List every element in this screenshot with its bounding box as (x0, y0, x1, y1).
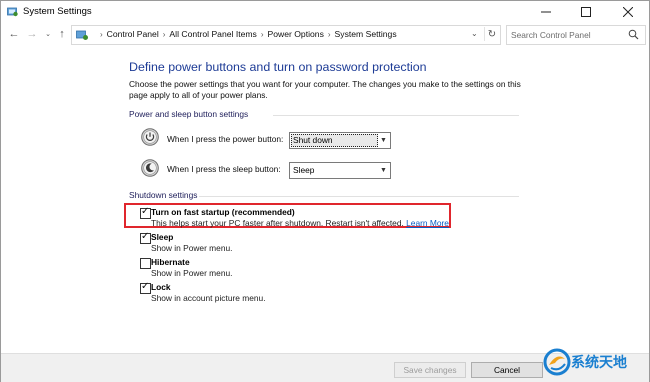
navigation-bar: ← → ⌄ ↑ › Control Panel › All Control Panel… (1, 23, 649, 45)
hibernate-description: Show in Power menu. (151, 268, 233, 278)
sleep-label: Sleep (151, 232, 174, 242)
fast-startup-label: Turn on fast startup (recommended) (151, 207, 295, 217)
section-divider (199, 196, 519, 197)
main-content: Define power buttons and turn on passwor… (1, 45, 649, 337)
minimize-icon[interactable] (529, 1, 563, 23)
system-settings-window: System Settings ← → ⌄ ↑ › Control Panel › A… (0, 0, 650, 382)
address-bar[interactable]: › Control Panel › All Control Panel Items › P… (71, 25, 501, 45)
intro-text: Choose the power settings that you want … (129, 79, 521, 100)
lock-description: Show in account picture menu. (151, 293, 266, 303)
breadcrumb-chevron-icon[interactable]: › (324, 30, 335, 39)
save-changes-button[interactable]: Save changes (394, 362, 466, 378)
window-title: System Settings (23, 6, 92, 17)
breadcrumb: › Control Panel › All Control Panel Items › P… (96, 29, 397, 39)
search-icon[interactable] (628, 29, 639, 40)
shutdown-section-title: Shutdown settings (129, 190, 198, 200)
chevron-down-icon[interactable]: ▼ (377, 163, 390, 178)
power-button-value: Shut down (293, 135, 333, 145)
fast-startup-description: This helps start your PC faster after sh… (151, 218, 449, 228)
search-input[interactable] (511, 28, 621, 41)
chevron-down-icon[interactable]: ▼ (377, 133, 390, 148)
forward-arrow-icon[interactable]: → (25, 27, 39, 41)
watermark-logo: 系统天地 (541, 344, 649, 382)
back-arrow-icon[interactable]: ← (7, 27, 21, 41)
sleep-checkbox[interactable]: ✓ (140, 231, 151, 244)
search-box[interactable] (506, 25, 646, 45)
sleep-button-select[interactable]: Sleep ▼ (289, 162, 391, 179)
hibernate-checkbox[interactable] (140, 258, 151, 269)
check-icon: ✓ (141, 281, 150, 292)
power-section-header: Power and sleep button settings (129, 109, 519, 119)
power-button-label: When I press the power button: (167, 134, 284, 144)
title-bar: System Settings (1, 1, 649, 23)
page-title: Define power buttons and turn on passwor… (129, 60, 427, 74)
lock-label: Lock (151, 282, 171, 292)
breadcrumb-chevron-icon: › (100, 30, 103, 39)
watermark-emblem-icon (543, 348, 571, 376)
power-section-title: Power and sleep button settings (129, 109, 249, 119)
breadcrumb-chevron-icon[interactable]: › (159, 30, 170, 39)
power-button-icon (141, 128, 159, 146)
recent-locations-chevron-icon[interactable]: ⌄ (41, 27, 55, 41)
hibernate-label: Hibernate (151, 257, 190, 267)
lock-checkbox[interactable]: ✓ (140, 281, 151, 294)
up-arrow-icon[interactable]: ↑ (55, 27, 69, 41)
check-icon: ✓ (141, 206, 150, 217)
shutdown-section-header: Shutdown settings (129, 190, 519, 200)
maximize-icon[interactable] (569, 1, 603, 23)
close-icon[interactable] (611, 1, 645, 23)
learn-more-link[interactable]: Learn More (406, 218, 449, 228)
sleep-button-icon (141, 159, 159, 177)
fast-startup-checkbox[interactable]: ✓ (140, 206, 151, 219)
breadcrumb-all-items[interactable]: All Control Panel Items (169, 29, 256, 39)
cancel-button[interactable]: Cancel (471, 362, 543, 378)
sleep-button-label: When I press the sleep button: (167, 164, 281, 174)
control-panel-icon (7, 7, 18, 17)
breadcrumb-chevron-icon[interactable]: › (257, 30, 268, 39)
fast-startup-desc-text: This helps start your PC faster after sh… (151, 218, 404, 228)
breadcrumb-system-settings[interactable]: System Settings (335, 29, 397, 39)
power-button-select[interactable]: Shut down ▼ (289, 132, 391, 149)
breadcrumb-power-options[interactable]: Power Options (268, 29, 324, 39)
control-panel-address-icon (76, 30, 88, 40)
sleep-button-value: Sleep (293, 165, 315, 175)
address-dropdown-icon[interactable]: ⌄ (471, 29, 478, 38)
section-divider (273, 115, 519, 116)
watermark-text: 系统天地 (571, 354, 627, 370)
refresh-icon[interactable]: ↻ (484, 27, 499, 41)
check-icon: ✓ (141, 231, 150, 242)
breadcrumb-control-panel[interactable]: Control Panel (107, 29, 159, 39)
sleep-description: Show in Power menu. (151, 243, 233, 253)
